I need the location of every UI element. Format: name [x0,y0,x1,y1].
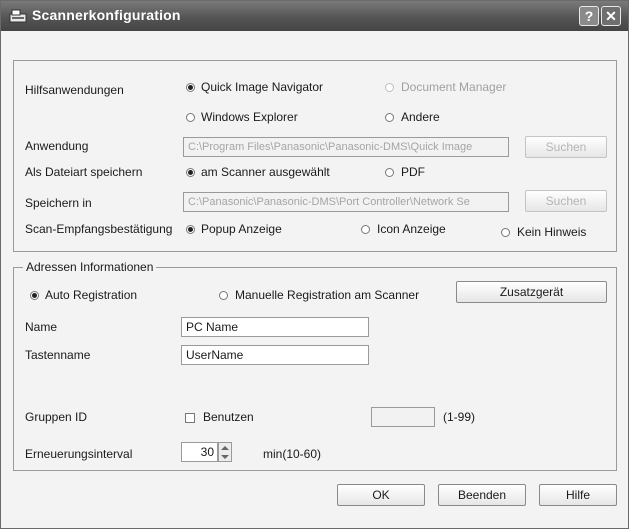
radio-windows-explorer[interactable] [186,113,195,122]
speichern-label: Speichern in [25,196,92,210]
radio-quick-image-label[interactable]: Quick Image Navigator [201,80,323,94]
help-title-button[interactable]: ? [579,6,599,26]
beenden-button[interactable]: Beenden [438,484,526,506]
radio-icon[interactable] [361,225,370,234]
radio-manuelle-registration[interactable] [219,291,228,300]
radio-popup-label[interactable]: Popup Anzeige [201,222,282,236]
gruppen-id-field [371,407,435,427]
radio-icon-label[interactable]: Icon Anzeige [377,222,446,236]
radio-kein[interactable] [501,228,510,237]
radio-auto-registration-label[interactable]: Auto Registration [45,288,137,302]
interval-input[interactable]: 30 [181,442,218,462]
window-title: Scannerkonfiguration [32,7,181,23]
radio-auto-registration[interactable] [30,291,39,300]
address-group-title: Adressen Informationen [23,260,157,274]
scanner-config-dialog: Scannerkonfiguration ? ✕ Hilfsanwendunge… [0,0,629,529]
hilfe-button[interactable]: Hilfe [539,484,617,506]
radio-manuelle-registration-label[interactable]: Manuelle Registration am Scanner [235,288,419,302]
spin-down-icon[interactable] [221,454,229,460]
radio-document-manager [385,83,394,92]
radio-popup[interactable] [186,225,195,234]
anwendung-label: Anwendung [25,139,89,153]
tastenname-label: Tastenname [25,348,91,362]
dateiart-label: Als Dateiart speichern [25,165,143,179]
benutzen-checkbox[interactable] [185,413,195,423]
scan-label: Scan-Empfangsbestätigung [25,222,173,236]
radio-windows-explorer-label[interactable]: Windows Explorer [201,110,298,124]
radio-andere-label[interactable]: Andere [401,110,440,124]
close-button[interactable]: ✕ [601,6,621,26]
radio-pdf-label[interactable]: PDF [401,165,425,179]
radio-am-scanner-label[interactable]: am Scanner ausgewählt [201,165,330,179]
name-input[interactable]: PC Name [181,317,369,337]
radio-quick-image[interactable] [186,83,195,92]
title-bar[interactable]: Scannerkonfiguration ? ✕ [1,1,628,31]
zusatzgeraet-button[interactable]: Zusatzgerät [456,281,607,303]
radio-document-manager-label: Document Manager [401,80,507,94]
benutzen-label[interactable]: Benutzen [203,410,254,424]
suchen-speichern-button: Suchen [525,190,607,212]
spin-up-icon[interactable] [221,445,229,451]
radio-kein-label[interactable]: Kein Hinweis [517,225,586,239]
interval-spinner[interactable] [218,442,232,462]
name-label: Name [25,320,58,334]
interval-label: Erneuerungsinterval [25,447,133,461]
speichern-field[interactable]: C:\Panasonic\Panasonic-DMS\Port Controll… [183,192,509,212]
radio-am-scanner[interactable] [186,168,195,177]
interval-unit: min(10-60) [263,447,322,461]
radio-andere[interactable] [385,113,394,122]
tastenname-input[interactable]: UserName [181,345,369,365]
radio-pdf[interactable] [385,168,394,177]
hilfsanwendungen-label: Hilfsanwendungen [25,83,124,97]
suchen-anwendung-button: Suchen [525,136,607,158]
ok-button[interactable]: OK [337,484,425,506]
scanner-icon [9,9,27,23]
gruppen-id-range: (1-99) [443,410,476,424]
gruppen-id-label: Gruppen ID [25,410,88,424]
anwendung-field[interactable]: C:\Program Files\Panasonic\Panasonic-DMS… [183,137,509,157]
